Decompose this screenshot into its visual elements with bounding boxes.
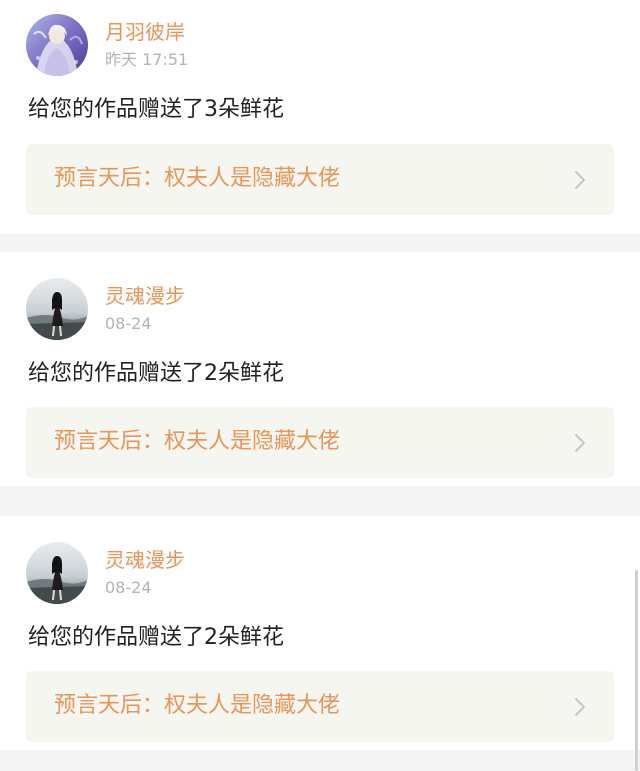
notification-feed: 月羽彼岸 昨天 17:51 给您的作品赠送了3朵鲜花 预言天后：权夫人是隐藏大佬 bbox=[0, 0, 640, 771]
timestamp: 08-24 bbox=[105, 578, 152, 597]
notification-card: 灵魂漫步 08-24 给您的作品赠送了2朵鲜花 预言天后：权夫人是隐藏大佬 bbox=[0, 252, 640, 486]
notification-card: 灵魂漫步 08-24 给您的作品赠送了2朵鲜花 预言天后：权夫人是隐藏大佬 bbox=[0, 516, 640, 750]
notification-message: 给您的作品赠送了2朵鲜花 bbox=[28, 625, 284, 650]
work-link[interactable]: 预言天后：权夫人是隐藏大佬 bbox=[26, 671, 614, 742]
anime-girl-avatar-image bbox=[26, 14, 88, 76]
chevron-right-icon bbox=[572, 697, 588, 717]
notification-card: 月羽彼岸 昨天 17:51 给您的作品赠送了3朵鲜花 预言天后：权夫人是隐藏大佬 bbox=[0, 0, 640, 234]
chevron-right-icon bbox=[572, 170, 588, 190]
chevron-right-icon bbox=[572, 433, 588, 453]
avatar[interactable] bbox=[26, 14, 88, 76]
username[interactable]: 月羽彼岸 bbox=[105, 19, 185, 45]
notification-message: 给您的作品赠送了3朵鲜花 bbox=[28, 97, 284, 122]
timestamp: 昨天 17:51 bbox=[105, 50, 189, 69]
work-title: 预言天后：权夫人是隐藏大佬 bbox=[54, 693, 341, 718]
work-link[interactable]: 预言天后：权夫人是隐藏大佬 bbox=[26, 407, 614, 478]
username[interactable]: 灵魂漫步 bbox=[105, 547, 185, 573]
work-title: 预言天后：权夫人是隐藏大佬 bbox=[54, 166, 341, 191]
avatar[interactable] bbox=[26, 278, 88, 340]
notification-message: 给您的作品赠送了2朵鲜花 bbox=[28, 361, 284, 386]
scrollbar[interactable] bbox=[635, 570, 638, 771]
avatar[interactable] bbox=[26, 542, 88, 604]
timestamp: 08-24 bbox=[105, 314, 152, 333]
girl-by-water-avatar-image bbox=[26, 542, 88, 604]
username[interactable]: 灵魂漫步 bbox=[105, 283, 185, 309]
work-title: 预言天后：权夫人是隐藏大佬 bbox=[54, 429, 341, 454]
girl-by-water-avatar-image bbox=[26, 278, 88, 340]
work-link[interactable]: 预言天后：权夫人是隐藏大佬 bbox=[26, 144, 614, 215]
